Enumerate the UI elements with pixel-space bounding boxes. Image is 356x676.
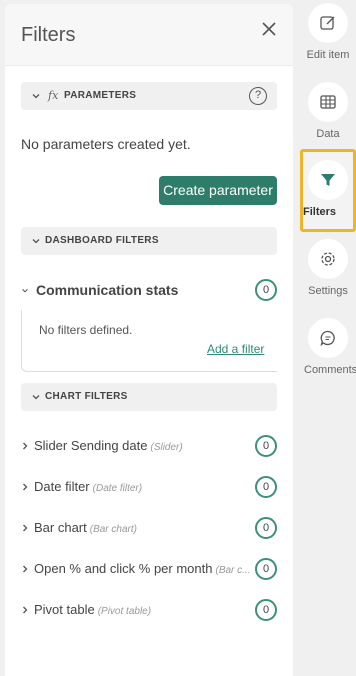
chart-filter-type: (Date filter) <box>92 483 143 494</box>
chart-filter-type: (Bar chart) <box>89 524 137 535</box>
chart-filter-row[interactable]: Open % and click % per month (Bar c... 0 <box>21 558 277 580</box>
rail-data[interactable]: Data <box>304 82 352 140</box>
chart-filter-type: (Bar c... <box>215 565 251 576</box>
chart-filter-name: Bar chart <box>34 520 87 535</box>
chevron-right-icon <box>23 565 28 573</box>
rail-settings-label: Settings <box>308 285 348 297</box>
no-parameters-text: No parameters created yet. <box>21 136 191 152</box>
rail-edit-label: Edit item <box>306 49 350 61</box>
rail-settings-button[interactable] <box>308 239 348 279</box>
chart-filter-type: (Pivot table) <box>97 606 152 617</box>
communication-stats-group[interactable]: Communication stats 0 <box>21 279 277 301</box>
chevron-down-icon <box>32 94 40 99</box>
filter-icon <box>321 174 335 186</box>
chevron-down-icon <box>22 289 28 293</box>
dashboard-filters-section-label: DASHBOARD FILTERS <box>45 235 159 246</box>
rail-comments-button[interactable] <box>308 318 348 358</box>
chart-filter-name: Date filter <box>34 479 90 494</box>
comment-icon <box>320 330 335 347</box>
rail-edit-item[interactable]: Edit item <box>304 3 352 61</box>
function-icon: fx <box>48 89 59 102</box>
no-filters-text: No filters defined. <box>39 323 133 337</box>
rail-comments[interactable]: Comments <box>304 318 356 376</box>
parameters-section-label: PARAMETERS <box>64 90 137 101</box>
add-filter-link[interactable]: Add a filter <box>207 342 264 356</box>
chart-filter-row[interactable]: Pivot table (Pivot table) 0 <box>21 599 277 621</box>
chart-filter-type: (Slider) <box>150 442 183 453</box>
chevron-right-icon <box>23 606 28 614</box>
panel-header: Filters <box>5 4 293 66</box>
rail-settings[interactable]: Settings <box>304 239 352 297</box>
filter-count-badge: 0 <box>255 558 277 580</box>
chart-filter-name: Pivot table <box>34 602 95 617</box>
filter-count-badge: 0 <box>255 517 277 539</box>
rail-comments-label: Comments <box>304 364 356 376</box>
filter-count-badge: 0 <box>255 599 277 621</box>
filter-count-badge: 0 <box>255 476 277 498</box>
table-icon <box>320 95 336 109</box>
dashboard-filters-section-header[interactable]: DASHBOARD FILTERS <box>21 227 277 255</box>
chevron-right-icon <box>23 483 28 491</box>
gear-icon <box>321 252 335 266</box>
chart-filter-name: Open % and click % per month <box>34 561 213 576</box>
rail-edit-button[interactable] <box>308 3 348 43</box>
filters-panel: Filters fx PARAMETERS ? No parameters cr… <box>5 4 293 676</box>
chart-filter-name: Slider Sending date <box>34 438 148 453</box>
chevron-right-icon <box>23 524 28 532</box>
rail-data-label: Data <box>316 128 340 140</box>
chart-filters-section-header[interactable]: CHART FILTERS <box>21 383 277 411</box>
help-icon[interactable]: ? <box>249 87 267 105</box>
communication-stats-label: Communication stats <box>36 282 179 298</box>
close-icon[interactable] <box>259 19 279 39</box>
rail-data-button[interactable] <box>308 82 348 122</box>
filter-count-badge: 0 <box>255 435 277 457</box>
chevron-down-icon <box>32 239 40 244</box>
parameters-section-header[interactable]: fx PARAMETERS ? <box>21 82 277 110</box>
panel-title: Filters <box>21 24 76 46</box>
edit-icon <box>320 16 335 30</box>
filter-count-badge: 0 <box>255 279 277 301</box>
chart-filter-row[interactable]: Slider Sending date (Slider) 0 <box>21 435 277 457</box>
rail-filters[interactable]: Filters <box>300 149 356 232</box>
chart-filters-section-label: CHART FILTERS <box>45 391 128 402</box>
chart-filter-row[interactable]: Bar chart (Bar chart) 0 <box>21 517 277 539</box>
rail-filters-button[interactable] <box>308 160 348 200</box>
rail-filters-label: Filters <box>303 206 337 218</box>
chevron-right-icon <box>23 442 28 450</box>
create-parameter-button[interactable]: Create parameter <box>159 176 277 205</box>
chevron-down-icon <box>32 395 40 400</box>
communication-stats-content: No filters defined. Add a filter <box>21 310 277 372</box>
chart-filter-row[interactable]: Date filter (Date filter) 0 <box>21 476 277 498</box>
